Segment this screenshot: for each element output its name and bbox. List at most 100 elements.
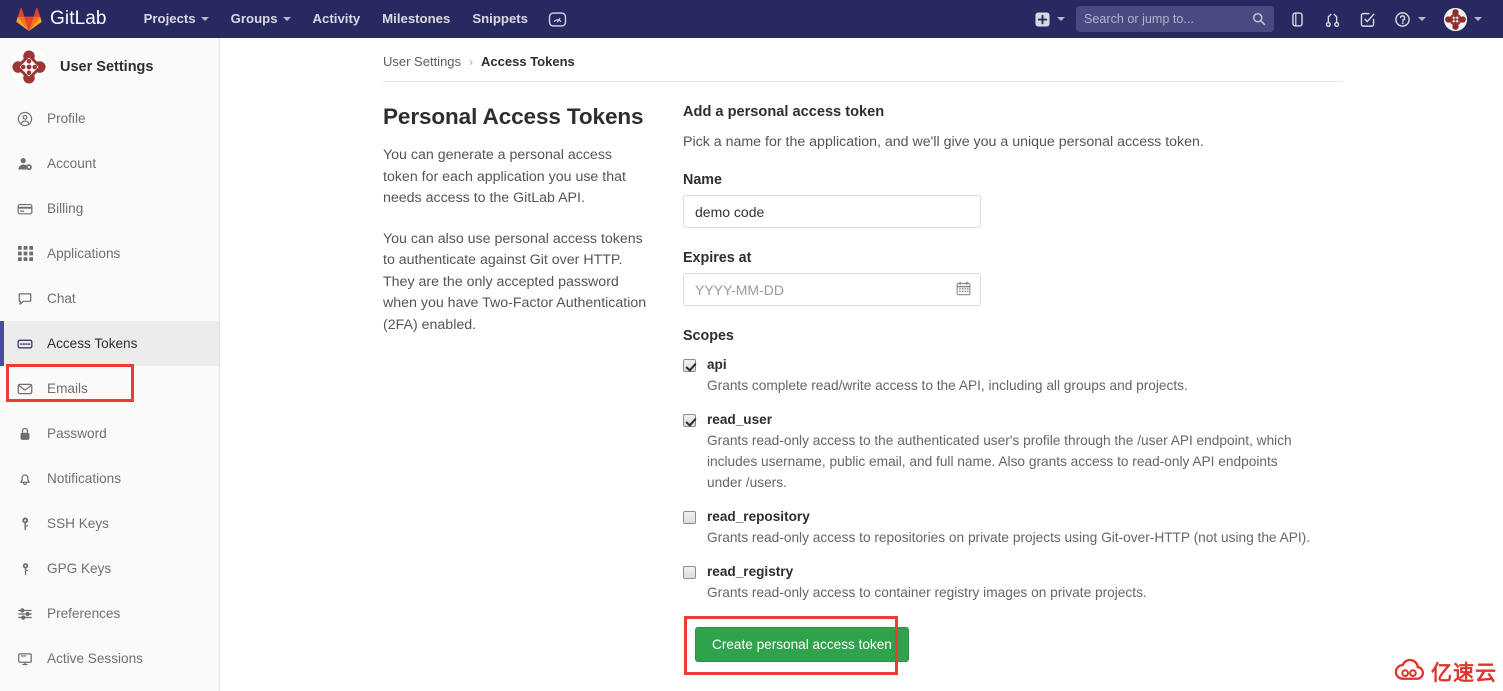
scopes-label: Scopes (683, 328, 734, 344)
issues-icon[interactable] (1280, 0, 1315, 38)
navbar-links: Projects Groups Activity Milestones Snip… (133, 0, 576, 38)
sidebar-item-gpg-keys[interactable]: GPG Keys (0, 546, 219, 591)
nav-link-label: Snippets (472, 11, 529, 26)
scope-read-user: read_user Grants read-only access to the… (683, 412, 1323, 493)
nav-link-snippets[interactable]: Snippets (461, 0, 539, 38)
sidebar-item-billing[interactable]: Billing (0, 186, 219, 231)
breadcrumb-current: Access Tokens (481, 54, 575, 69)
form-subtitle: Pick a name for the application, and we'… (683, 134, 1204, 150)
grid-apps-icon (16, 245, 34, 263)
create-new-button[interactable] (1026, 0, 1074, 38)
sidebar-item-applications[interactable]: Applications (0, 231, 219, 276)
sidebar: User Settings Profile Account Billing Ap… (0, 38, 220, 691)
sidebar-item-label: GPG Keys (47, 561, 112, 576)
sidebar-item-label: Account (47, 156, 97, 171)
scope-checkbox-read-user[interactable] (683, 414, 696, 427)
nav-link-projects[interactable]: Projects (133, 0, 220, 38)
expires-at-input[interactable] (683, 273, 981, 306)
scope-description: Grants read-only access to the authentic… (707, 433, 1292, 490)
breadcrumb-separator-icon: › (469, 54, 474, 69)
chevron-down-icon (200, 17, 209, 21)
merge-requests-icon[interactable] (1315, 0, 1350, 38)
chevron-down-icon (1474, 17, 1482, 21)
scope-checkbox-read-repository[interactable] (683, 511, 696, 524)
scope-description: Grants complete read/write access to the… (707, 378, 1188, 393)
sliders-icon (16, 605, 34, 623)
search-icon (1253, 13, 1266, 26)
scope-description: Grants read-only access to container reg… (707, 585, 1147, 600)
sidebar-title: User Settings (60, 59, 154, 75)
sidebar-item-label: Active Sessions (47, 651, 143, 666)
nav-link-milestones[interactable]: Milestones (371, 0, 461, 38)
scope-name[interactable]: read_repository (707, 509, 810, 524)
nav-link-label: Activity (312, 11, 361, 26)
sidebar-item-password[interactable]: Password (0, 411, 219, 456)
scope-name[interactable]: read_registry (707, 564, 793, 579)
sidebar-item-access-tokens[interactable]: Access Tokens (0, 321, 219, 366)
form-title: Add a personal access token (683, 104, 885, 120)
scope-description: Grants read-only access to repositories … (707, 530, 1311, 545)
key-icon (16, 515, 34, 533)
scope-name[interactable]: read_user (707, 412, 772, 427)
scope-checkbox-api[interactable] (683, 359, 696, 372)
sidebar-item-emails[interactable]: Emails (0, 366, 219, 411)
user-menu-button[interactable] (1435, 0, 1491, 38)
lock-icon (16, 425, 34, 443)
watermark: 亿速云 (1394, 657, 1497, 687)
intro-panel: Personal Access Tokens You can generate … (383, 104, 683, 662)
create-personal-access-token-button[interactable]: Create personal access token (695, 627, 909, 662)
nav-link-groups[interactable]: Groups (220, 0, 302, 38)
sidebar-item-label: Password (47, 426, 107, 441)
help-question-icon[interactable] (1385, 0, 1435, 38)
navbar-brand[interactable]: GitLab (50, 8, 107, 30)
monitor-icon (16, 650, 34, 668)
main-content: User Settings › Access Tokens Personal A… (220, 38, 1503, 691)
breadcrumb-root[interactable]: User Settings (383, 54, 461, 69)
sidebar-header: User Settings (0, 38, 219, 96)
avatar (11, 49, 47, 85)
name-label: Name (683, 172, 722, 188)
chevron-down-icon (1418, 17, 1426, 21)
sidebar-item-ssh-keys[interactable]: SSH Keys (0, 501, 219, 546)
nav-link-label: Groups (230, 11, 278, 26)
gitlab-tanuki-icon[interactable] (14, 5, 44, 33)
sidebar-item-label: Chat (47, 291, 76, 306)
sidebar-item-label: Preferences (47, 606, 121, 621)
navbar-right: Search or jump to... (1026, 0, 1503, 38)
expires-label: Expires at (683, 250, 752, 266)
chevron-down-icon (1057, 17, 1065, 21)
sidebar-item-label: Emails (47, 381, 88, 396)
scope-read-registry: read_registry Grants read-only access to… (683, 564, 1323, 603)
sidebar-item-preferences[interactable]: Preferences (0, 591, 219, 636)
chevron-down-icon (282, 17, 291, 21)
search-input[interactable]: Search or jump to... (1076, 6, 1274, 32)
speedometer-icon[interactable] (539, 0, 576, 38)
token-form: Add a personal access token Pick a name … (683, 104, 1323, 675)
envelope-icon (16, 380, 34, 398)
sidebar-item-profile[interactable]: Profile (0, 96, 219, 141)
nav-link-label: Projects (143, 11, 196, 26)
sidebar-item-account[interactable]: Account (0, 141, 219, 186)
scope-checkbox-read-registry[interactable] (683, 566, 696, 579)
credit-card-icon (16, 200, 34, 218)
nav-link-activity[interactable]: Activity (302, 0, 372, 38)
cloud-logo-icon (1394, 658, 1427, 686)
sidebar-item-label: Applications (47, 246, 121, 261)
sidebar-item-active-sessions[interactable]: Active Sessions (0, 636, 219, 681)
token-card-icon (16, 335, 34, 353)
breadcrumb: User Settings › Access Tokens (220, 38, 1503, 69)
sidebar-item-chat[interactable]: Chat (0, 276, 219, 321)
watermark-text: 亿速云 (1431, 662, 1497, 685)
intro-paragraph-2: You can also use personal access tokens … (383, 230, 647, 333)
name-input[interactable] (683, 195, 981, 228)
sidebar-item-label: Billing (47, 201, 84, 216)
key-icon (16, 560, 34, 578)
todos-icon[interactable] (1350, 0, 1385, 38)
sidebar-item-notifications[interactable]: Notifications (0, 456, 219, 501)
intro-paragraph-1: You can generate a personal access token… (383, 147, 626, 206)
nav-link-label: Milestones (382, 11, 451, 26)
speech-bubble-icon (16, 290, 34, 308)
scope-name[interactable]: api (707, 357, 727, 372)
sidebar-item-label: Notifications (47, 471, 122, 486)
submit-area: Create personal access token (684, 616, 1323, 675)
